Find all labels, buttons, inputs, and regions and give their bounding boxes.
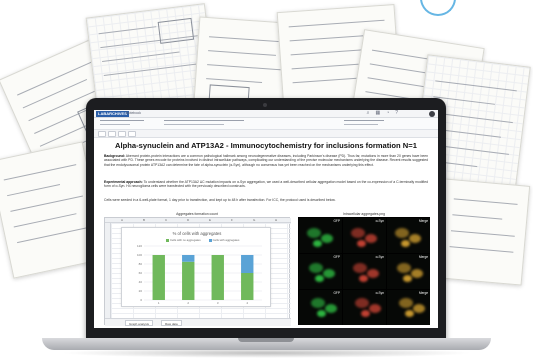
bar-no-aggregates-3 [211, 255, 224, 300]
cell-signal [353, 263, 367, 273]
micro-channel-label: α-Syn [375, 255, 384, 259]
sheet-tab-graph-analysis[interactable]: Graph analysis [125, 320, 154, 326]
background-paragraph: Background: Aberrant protein-protein int… [104, 154, 428, 167]
bar-no-aggregates-2 [182, 261, 195, 300]
cell-signal [309, 263, 323, 273]
chart-panel[interactable]: % of cells with aggregates Cells with no… [121, 227, 271, 307]
background-label: Background: [104, 154, 125, 158]
approach-paragraph: Experimental approach: To understand whe… [104, 180, 428, 189]
cell-signal [401, 240, 410, 247]
webcam [263, 103, 267, 107]
cell-signal [397, 263, 411, 273]
bar-aggregates-2 [182, 255, 195, 262]
micro-channel-label: GFP [333, 255, 340, 259]
cell-signal [355, 298, 369, 308]
cell-signal [395, 228, 409, 238]
micro-channel-label: Merge [418, 219, 428, 223]
toolbar-button-table[interactable] [128, 131, 136, 137]
y-tick-label: 80 [139, 262, 143, 266]
bar-no-aggregates-4 [241, 273, 254, 300]
toolbar-button-attach[interactable] [118, 131, 126, 137]
approach-text: To understand whether the ATP13A2 ΔC mut… [104, 180, 428, 189]
micro-tile-r3-c1: GFP [299, 290, 342, 325]
microscopy-caption: Intracellular aggregates.png [342, 212, 386, 216]
laptop-screen: LABARCHIVES Notebook ⌕ ▦ ◔ ? Alpha-synuc… [94, 110, 438, 328]
toolbar-button-text[interactable] [108, 131, 116, 137]
micro-tile-r3-c2: α-Syn [343, 290, 386, 325]
sheet-tab-raw-data[interactable]: Raw data [161, 320, 182, 326]
notebook-page-8 [435, 178, 531, 286]
cell-signal [313, 240, 322, 247]
micro-tile-r1-c3: Merge [387, 218, 430, 253]
cell-signal [403, 275, 412, 282]
x-tick-label: 4 [246, 301, 248, 305]
cell-signal [311, 298, 325, 308]
y-tick-label: 120 [137, 244, 142, 248]
decorative-swirl [420, 0, 456, 16]
micro-channel-label: Merge [418, 291, 428, 295]
bar-no-aggregates-1 [152, 255, 165, 300]
micro-tile-r2-c3: Merge [387, 254, 430, 289]
sheet-tab-bar: Graph analysis Raw data [105, 318, 291, 326]
micro-channel-label: α-Syn [375, 291, 384, 295]
editor-toolbar [94, 130, 438, 138]
search-icon[interactable]: ⌕ [367, 110, 370, 116]
bell-icon[interactable]: ◔ [386, 110, 389, 116]
cell-signal [357, 240, 366, 247]
micro-channel-label: Merge [418, 255, 428, 259]
cell-signal [325, 304, 337, 313]
cell-signal [413, 304, 425, 313]
x-tick-label: 3 [217, 301, 219, 305]
cell-signal [315, 275, 324, 282]
cell-signal [321, 234, 333, 243]
micro-tile-r2-c1: GFP [299, 254, 342, 289]
spreadsheet-caption: Aggregates formation count [176, 212, 218, 216]
help-icon[interactable]: ? [395, 110, 398, 116]
toolbar-button-add[interactable] [98, 131, 106, 137]
cell-signal [307, 228, 321, 238]
cell-signal [405, 310, 414, 317]
micro-tile-r1-c1: GFP [299, 218, 342, 253]
app-topbar: LABARCHIVES Notebook ⌕ ▦ ◔ ? [94, 110, 438, 118]
cell-signal [361, 310, 370, 317]
entry-meta-bar [94, 118, 438, 130]
avatar[interactable] [429, 111, 435, 117]
cell-signal [351, 228, 365, 238]
cell-signal [409, 234, 421, 243]
laptop-notch [238, 338, 294, 342]
micro-channel-label: α-Syn [375, 219, 384, 223]
background-text: Aberrant protein-protein interactions ar… [104, 154, 428, 167]
cell-signal [399, 298, 413, 308]
micro-tile-r3-c3: Merge [387, 290, 430, 325]
bar-aggregates-4 [241, 255, 254, 273]
cell-signal [359, 275, 368, 282]
y-tick-label: 20 [139, 289, 143, 293]
cell-signal [369, 304, 381, 313]
notebook-tab[interactable]: Notebook [126, 111, 141, 115]
page-title: Alpha-synuclein and ATP13A2 - Immunocyto… [115, 141, 417, 150]
x-tick-label: 2 [187, 301, 189, 305]
cell-signal [411, 269, 423, 278]
y-tick-label: 100 [137, 253, 142, 257]
y-tick-label: 40 [139, 280, 143, 284]
micro-channel-label: GFP [333, 291, 340, 295]
micro-channel-label: GFP [333, 219, 340, 223]
x-tick-label: 1 [158, 301, 160, 305]
microscopy-image[interactable]: GFP α-Syn Merge GFP α-Syn Merge GFP α-Syn Merge [298, 217, 430, 325]
y-tick-label: 60 [139, 271, 143, 275]
cell-signal [367, 269, 379, 278]
cell-signal [317, 310, 326, 317]
spreadsheet-widget[interactable]: ABCDEFGH % of cells with aggregates Cell… [104, 217, 291, 326]
micro-tile-r2-c2: α-Syn [343, 254, 386, 289]
cell-signal [365, 234, 377, 243]
y-tick-label: 0 [140, 298, 142, 302]
app-logo[interactable]: LABARCHIVES [96, 111, 129, 117]
approach-label: Experimental approach: [104, 180, 143, 184]
laptop-lid: LABARCHIVES Notebook ⌕ ▦ ◔ ? Alpha-synuc… [86, 98, 446, 340]
stacked-bar-chart: 0 20 40 60 80 100 120 1 2 3 4 [137, 244, 262, 305]
grid-icon[interactable]: ▦ [375, 110, 380, 116]
method-paragraph: Cells were seeded in a 6-well-plate form… [104, 198, 336, 202]
cell-signal [323, 269, 335, 278]
micro-tile-r1-c2: α-Syn [343, 218, 386, 253]
